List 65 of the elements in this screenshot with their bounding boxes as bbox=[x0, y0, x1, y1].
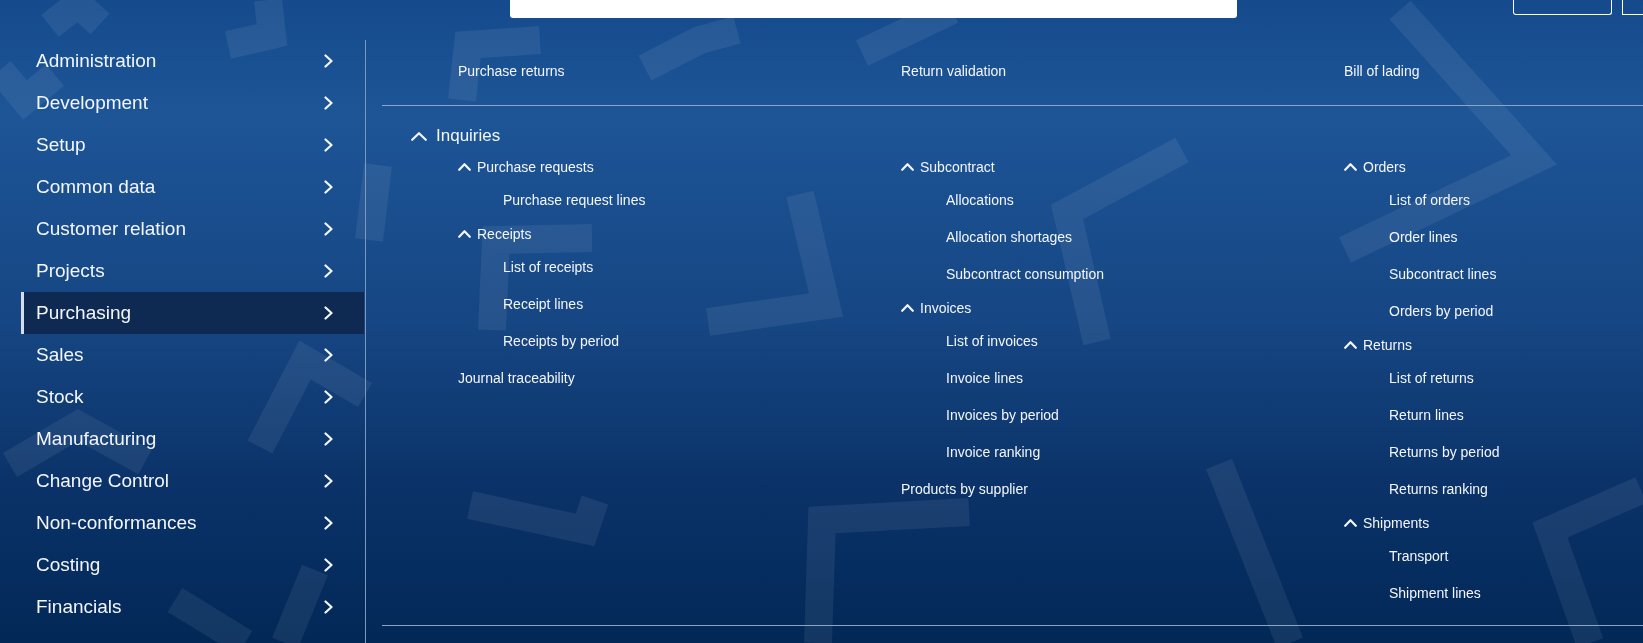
group-header[interactable]: Returns bbox=[1344, 330, 1413, 360]
menu-link[interactable]: Order lines bbox=[1389, 219, 1458, 256]
group-header[interactable]: Invoices bbox=[901, 293, 972, 323]
chevron-right-icon bbox=[324, 390, 333, 404]
chevron-right-icon bbox=[324, 474, 333, 488]
menu-link[interactable]: List of orders bbox=[1389, 182, 1470, 219]
menu-link[interactable]: Return lines bbox=[1389, 397, 1464, 434]
chevron-right-icon bbox=[324, 432, 333, 446]
toolbar-button[interactable] bbox=[1622, 0, 1643, 15]
sidebar-item[interactable]: Projects bbox=[21, 250, 364, 292]
menu-link[interactable]: Invoice ranking bbox=[946, 434, 1041, 471]
sidebar-item[interactable]: Change Control bbox=[21, 460, 364, 502]
menu-link[interactable]: Purchase returns bbox=[458, 61, 565, 81]
menu-link[interactable]: Transport bbox=[1389, 538, 1449, 575]
group-header[interactable]: Subcontract bbox=[901, 152, 995, 182]
menu-link[interactable]: Purchase request lines bbox=[503, 182, 646, 219]
menu-link[interactable]: Journal traceability bbox=[458, 360, 575, 397]
chevron-right-icon bbox=[324, 222, 333, 236]
sidebar-item[interactable]: Stock bbox=[21, 376, 364, 418]
chevron-right-icon bbox=[324, 558, 333, 572]
menu-link[interactable]: Subcontract consumption bbox=[946, 256, 1104, 293]
group-header[interactable]: Purchase requests bbox=[458, 152, 594, 182]
menu-link[interactable]: Orders by period bbox=[1389, 293, 1494, 330]
group-header[interactable]: Orders bbox=[1344, 152, 1406, 182]
sidebar-item[interactable]: Sales bbox=[21, 334, 364, 376]
menu-link[interactable]: Returns ranking bbox=[1389, 471, 1488, 508]
sidebar-item[interactable]: Purchasing bbox=[21, 292, 364, 334]
menu-link[interactable]: Returns by period bbox=[1389, 434, 1500, 471]
group-header[interactable]: Shipments bbox=[1344, 508, 1430, 538]
toolbar-button[interactable] bbox=[1513, 0, 1612, 15]
menu-link[interactable]: Invoice lines bbox=[946, 360, 1024, 397]
sidebar-item[interactable]: Development bbox=[21, 82, 364, 124]
sidebar-item[interactable]: Administration bbox=[21, 40, 364, 82]
sidebar-item[interactable]: Customer relation bbox=[21, 208, 364, 250]
chevron-right-icon bbox=[324, 54, 333, 68]
menu-link[interactable]: List of invoices bbox=[946, 323, 1038, 360]
menu-link[interactable]: List of receipts bbox=[503, 249, 594, 286]
group-header[interactable]: Receipts bbox=[458, 219, 532, 249]
chevron-right-icon bbox=[324, 180, 333, 194]
sidebar-item[interactable]: Common data bbox=[21, 166, 364, 208]
chevron-right-icon bbox=[324, 96, 333, 110]
sidebar-item[interactable]: Manufacturing bbox=[21, 418, 364, 460]
sidebar-item[interactable]: Setup bbox=[21, 124, 364, 166]
menu-link[interactable]: Receipts by period bbox=[503, 323, 619, 360]
chevron-right-icon bbox=[324, 264, 333, 278]
menu-link[interactable]: Invoices by period bbox=[946, 397, 1059, 434]
sidebar-item[interactable]: Financials bbox=[21, 586, 364, 628]
menu-link[interactable]: Shipment lines bbox=[1389, 575, 1481, 612]
menu-link[interactable]: Allocation shortages bbox=[946, 219, 1073, 256]
menu-link[interactable]: List of returns bbox=[1389, 360, 1474, 397]
menu-link[interactable]: Subcontract lines bbox=[1389, 256, 1497, 293]
menu-link[interactable]: Products by supplier bbox=[901, 471, 1028, 508]
chevron-right-icon bbox=[324, 600, 333, 614]
sidebar-item[interactable]: Non-conformances bbox=[21, 502, 364, 544]
chevron-right-icon bbox=[324, 348, 333, 362]
chevron-right-icon bbox=[324, 306, 333, 320]
chevron-right-icon bbox=[324, 138, 333, 152]
menu-link[interactable]: Bill of lading bbox=[1344, 61, 1420, 81]
sidebar-item[interactable]: Costing bbox=[21, 544, 364, 586]
menu-link[interactable]: Allocations bbox=[946, 182, 1014, 219]
chevron-right-icon bbox=[324, 516, 333, 530]
menu-link[interactable]: Return validation bbox=[901, 61, 1007, 81]
menu-link[interactable]: Receipt lines bbox=[503, 286, 584, 323]
search-field[interactable] bbox=[510, 0, 1237, 18]
section-header[interactable]: Inquiries bbox=[411, 120, 501, 152]
